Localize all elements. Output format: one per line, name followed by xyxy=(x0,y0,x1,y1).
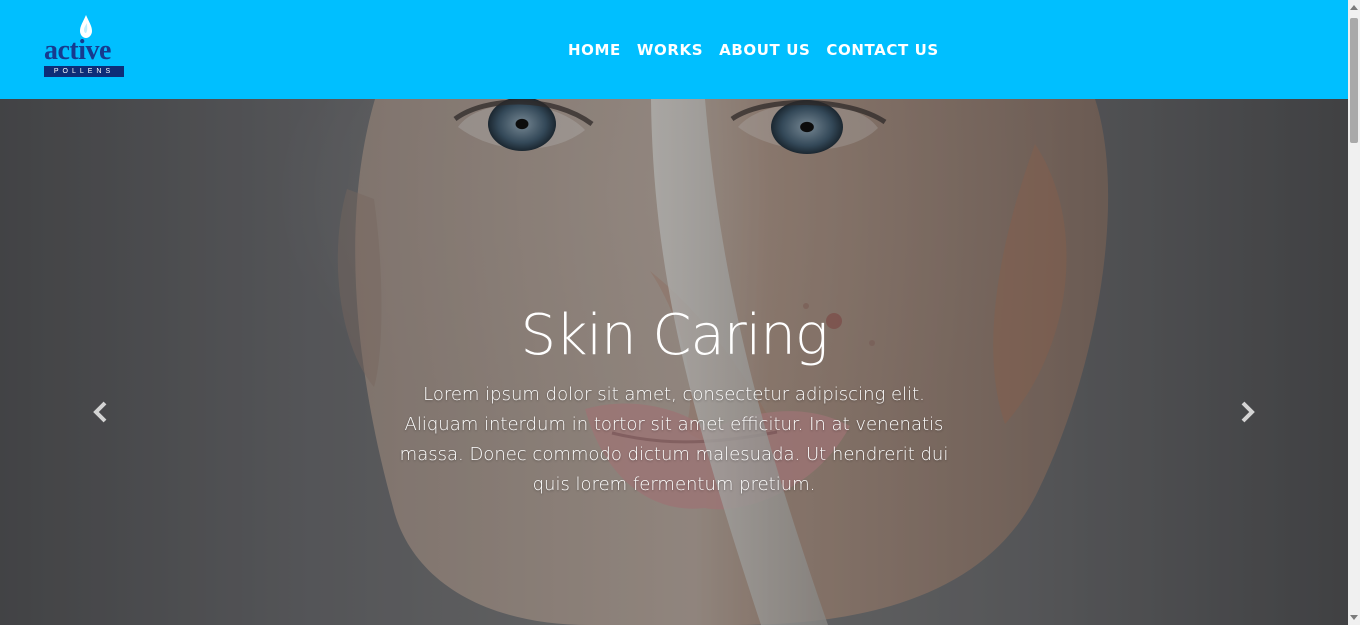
page-scrollbar[interactable] xyxy=(1348,0,1360,625)
active-pollens-logo[interactable]: active POLLENS xyxy=(42,15,128,81)
nav-works-link[interactable]: WORKS xyxy=(637,38,703,62)
nav-home-link[interactable]: HOME xyxy=(568,38,621,62)
logo-subtitle: POLLENS xyxy=(44,66,124,77)
hero-description: Lorem ipsum dolor sit amet, consectetur … xyxy=(399,384,949,495)
scroll-thumb[interactable] xyxy=(1350,18,1358,143)
chevron-right-icon xyxy=(1241,401,1255,423)
primary-navigation: HOME WORKS ABOUT US CONTACT US xyxy=(568,38,939,62)
scroll-up-icon[interactable] xyxy=(1350,5,1358,10)
hero-carousel: Skin Caring Lorem ipsum dolor sit amet, … xyxy=(0,99,1348,625)
top-navigation-bar: active POLLENS HOME WORKS ABOUT US CONTA… xyxy=(0,0,1348,99)
nav-contact-us-link[interactable]: CONTACT US xyxy=(826,38,938,62)
hero-caption: Skin Caring Lorem ipsum dolor sit amet, … xyxy=(394,304,954,500)
carousel-next-button[interactable] xyxy=(1236,400,1258,424)
scroll-down-icon[interactable] xyxy=(1350,615,1358,620)
logo-wordmark: active xyxy=(44,35,111,66)
carousel-previous-button[interactable] xyxy=(90,400,112,424)
hero-title: Skin Caring xyxy=(520,303,829,368)
nav-about-us-link[interactable]: ABOUT US xyxy=(719,38,810,62)
chevron-left-icon xyxy=(93,401,107,423)
landing-page: active POLLENS HOME WORKS ABOUT US CONTA… xyxy=(0,0,1360,625)
